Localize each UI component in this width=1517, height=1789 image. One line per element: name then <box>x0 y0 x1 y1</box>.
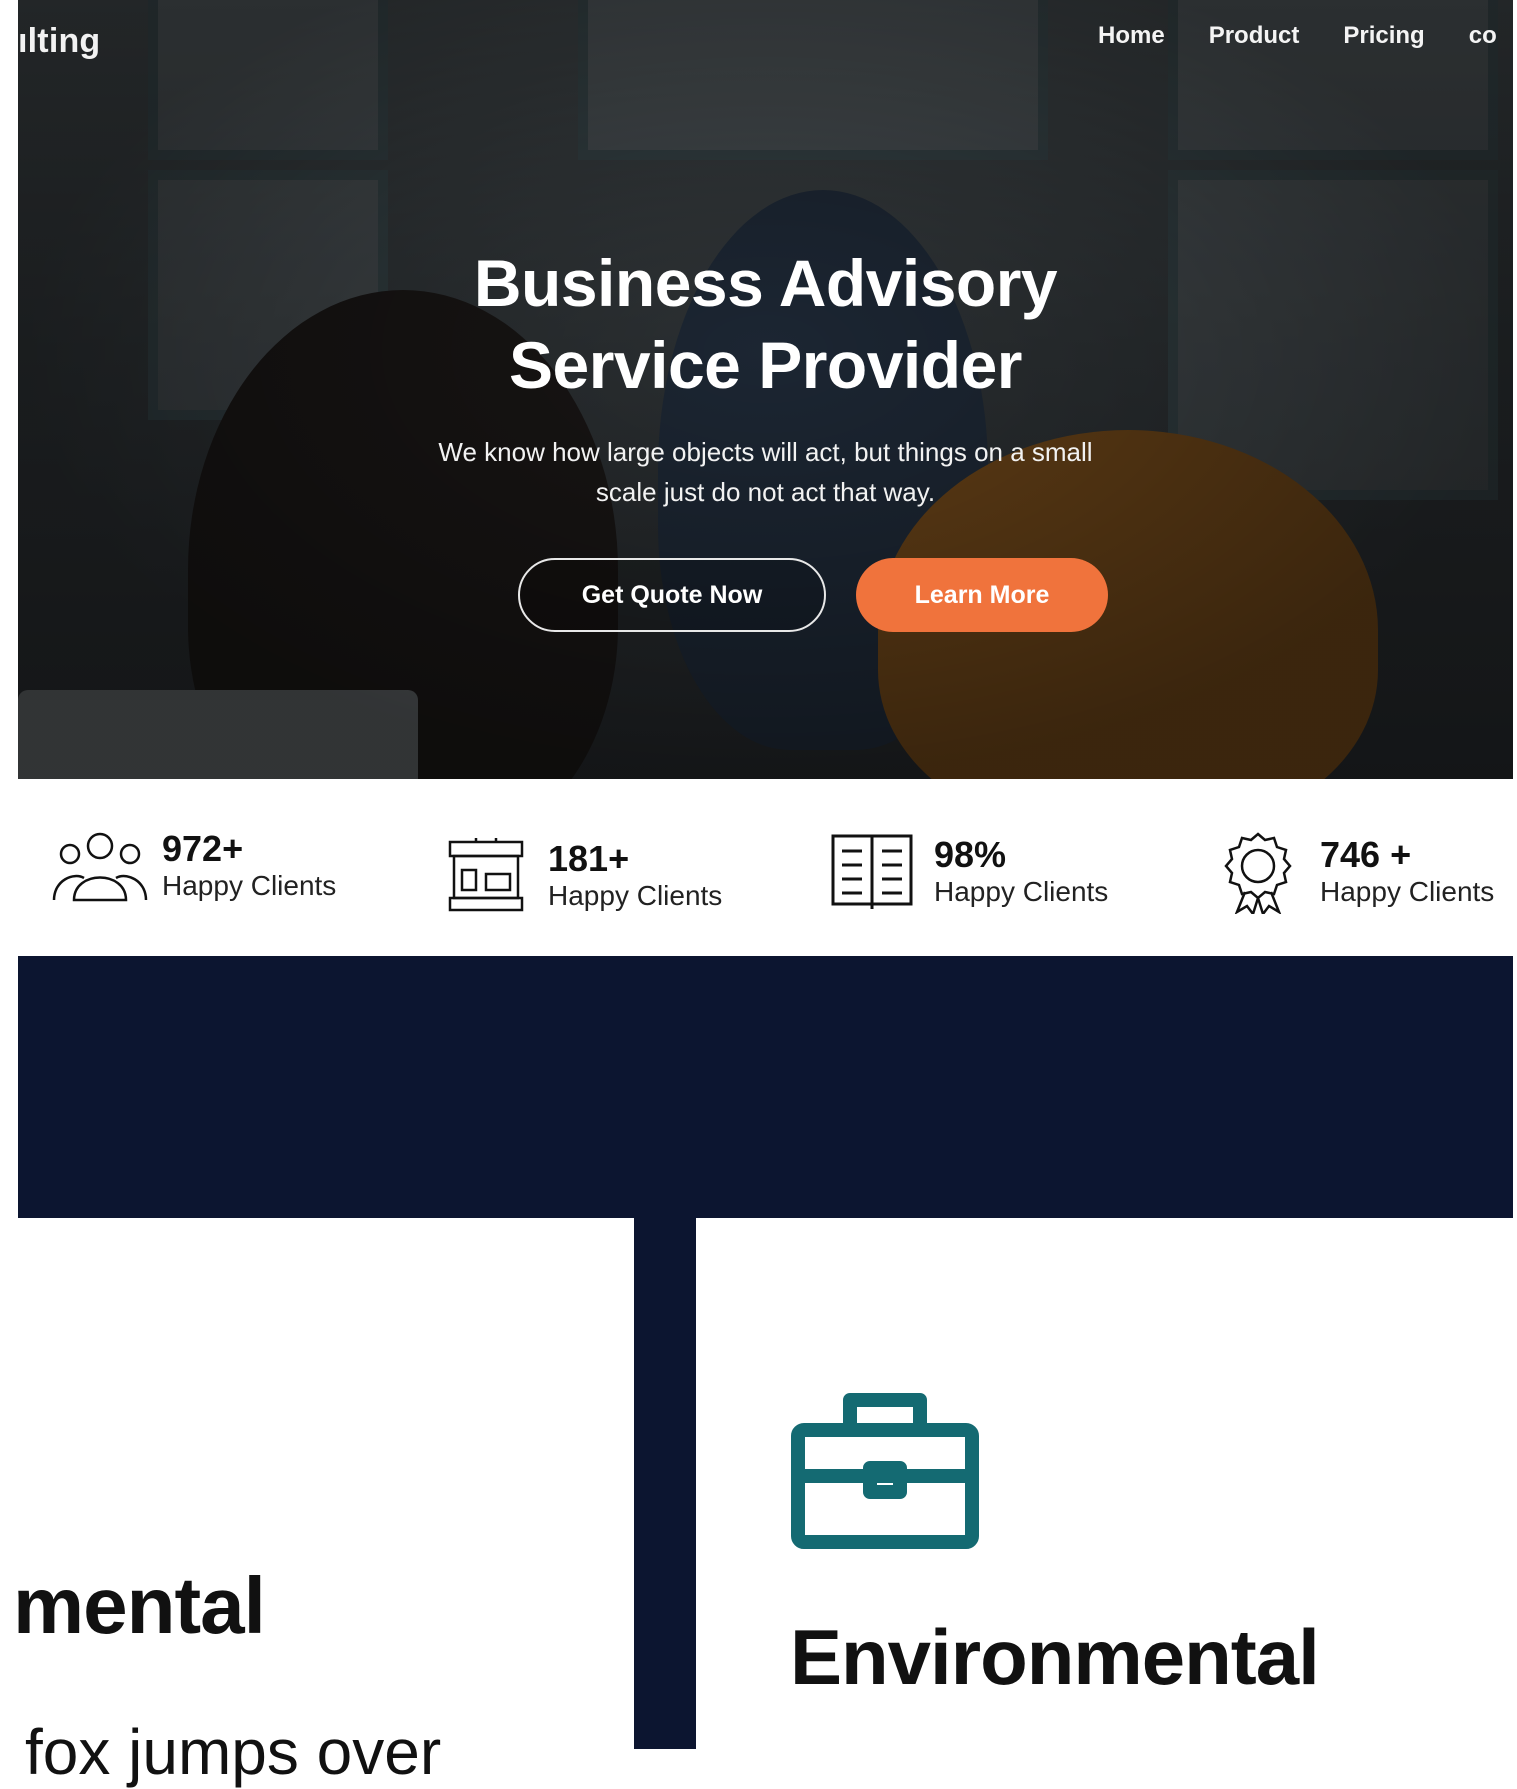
main-nav: Home Product Pricing co <box>1098 22 1497 50</box>
dark-band <box>18 956 1513 1218</box>
stat-label: Happy Clients <box>162 870 337 901</box>
stat-value: 98% <box>934 834 1007 875</box>
card-divider <box>634 1210 696 1749</box>
hero-subtitle-line2: scale just do not act that way. <box>595 477 936 507</box>
feature-title-right: Environmental <box>790 1613 1320 1701</box>
feature-title-left: mental <box>13 1561 266 1650</box>
stat-value: 746 + <box>1320 834 1412 875</box>
stat-value: 181+ <box>548 838 630 879</box>
briefcase-icon <box>790 1388 980 1550</box>
book-icon <box>822 832 922 912</box>
get-quote-button[interactable]: Get Quote Now <box>518 558 826 632</box>
storefront-icon <box>436 836 536 916</box>
hero-title-line1: Business Advisory <box>473 246 1058 320</box>
feature-text-left: fox jumps over <box>25 1716 442 1788</box>
hero-subtitle: We know how large objects will act, but … <box>366 432 1166 512</box>
brand-logo[interactable]: ılting <box>18 22 100 61</box>
stat-label: Happy Clients <box>548 880 723 911</box>
hero-title: Business Advisory Service Provider <box>18 242 1513 406</box>
nav-product[interactable]: Product <box>1209 22 1300 50</box>
stat-value: 972+ <box>162 828 244 869</box>
stat-item: 98% Happy Clients <box>822 822 1108 922</box>
nav-pricing[interactable]: Pricing <box>1343 22 1424 50</box>
stat-item: 181+ Happy Clients <box>436 826 722 926</box>
hero-title-line2: Service Provider <box>509 328 1022 402</box>
stat-item: 746 + Happy Clients <box>1208 822 1494 922</box>
stat-item: 972+ Happy Clients <box>50 816 336 916</box>
users-icon <box>50 826 150 906</box>
stat-label: Happy Clients <box>934 876 1109 907</box>
hero-subtitle-line1: We know how large objects will act, but … <box>438 437 1093 467</box>
nav-home[interactable]: Home <box>1098 22 1165 50</box>
hero-section: ılting Home Product Pricing co Business … <box>18 0 1513 779</box>
stat-label: Happy Clients <box>1320 876 1495 907</box>
award-icon <box>1208 832 1308 914</box>
learn-more-button[interactable]: Learn More <box>856 558 1108 632</box>
nav-contact[interactable]: co <box>1469 22 1497 50</box>
